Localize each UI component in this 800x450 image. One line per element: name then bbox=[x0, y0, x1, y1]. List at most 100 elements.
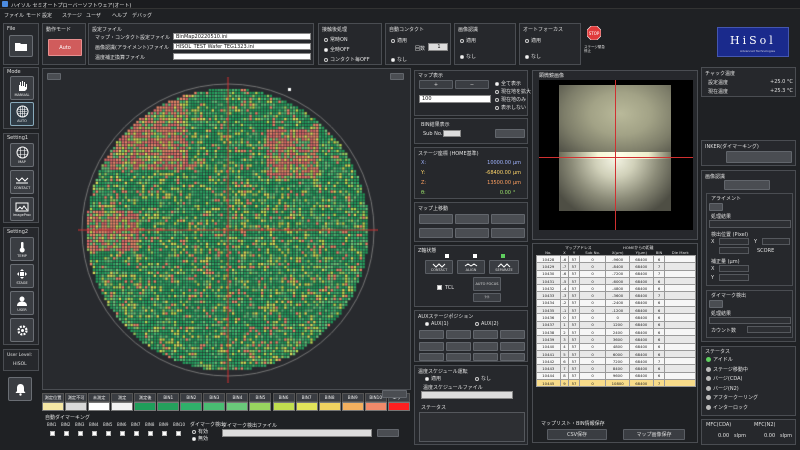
menu-mode[interactable]: モード bbox=[26, 12, 41, 19]
table-row[interactable]: 10445 9 57 0 10800 68400 7 bbox=[536, 379, 696, 388]
die-detect-run-button[interactable] bbox=[709, 300, 723, 308]
map-display-opt0[interactable]: 全て表示 bbox=[495, 80, 521, 87]
aux-btn-11[interactable] bbox=[473, 353, 498, 361]
map-setting-button[interactable]: MAP bbox=[10, 143, 34, 167]
die-detect-off[interactable]: 無効 bbox=[192, 435, 208, 442]
move-btn-1[interactable] bbox=[419, 214, 453, 224]
contact-setting-button[interactable]: CONTACT bbox=[10, 170, 34, 194]
menu-stage[interactable]: ステージ bbox=[62, 12, 82, 19]
table-row[interactable]: 10428 -6 57 0 -9600 68400 6 bbox=[536, 254, 696, 264]
legend-swatch[interactable] bbox=[318, 402, 341, 411]
temp-file-field[interactable] bbox=[173, 53, 311, 60]
auto-mode-button[interactable]: AUTO bbox=[10, 102, 34, 126]
image-align-file-field[interactable]: HISOL_TEST Wafer TEG1323.ini bbox=[173, 43, 311, 50]
system-setting-button[interactable] bbox=[10, 318, 34, 342]
table-row[interactable]: 10444 8 57 0 9600 68400 6 bbox=[536, 371, 696, 381]
map-image-save-button[interactable]: マップ画像保存 bbox=[623, 429, 685, 440]
aux-btn-10[interactable] bbox=[446, 353, 471, 361]
image-recog-run-button[interactable] bbox=[724, 180, 770, 190]
alarm-bell-button[interactable] bbox=[8, 377, 32, 401]
map-contact-file-field[interactable]: BinMap20220510.ini bbox=[173, 33, 311, 40]
aux-btn-5[interactable] bbox=[419, 342, 444, 351]
aux-btn-6[interactable] bbox=[446, 342, 471, 351]
aux-btn-8[interactable] bbox=[500, 342, 525, 351]
legend-swatch[interactable] bbox=[249, 402, 272, 411]
auto-focus-button[interactable]: AUTO FOCUS bbox=[473, 277, 501, 291]
temp-schedule-on[interactable]: 適用 bbox=[425, 375, 441, 382]
table-row[interactable]: 10429 -7 57 0 -8400 68400 7 bbox=[536, 262, 696, 271]
table-row[interactable]: 10434 -2 57 0 -2400 68400 6 bbox=[536, 298, 696, 308]
z-contact-button[interactable]: CONTACT bbox=[425, 260, 453, 274]
marking-bin-checkbox[interactable] bbox=[120, 431, 125, 436]
move-btn-4[interactable] bbox=[419, 228, 453, 238]
legend-settings-button[interactable] bbox=[382, 390, 407, 398]
move-btn-2[interactable] bbox=[455, 214, 489, 224]
aux-btn-1[interactable] bbox=[419, 330, 444, 339]
marking-bin-checkbox[interactable] bbox=[134, 431, 139, 436]
user-setting-button[interactable]: USER bbox=[10, 291, 34, 315]
aux-opt1[interactable]: AUX(1) bbox=[425, 321, 449, 327]
legend-swatch[interactable] bbox=[65, 402, 88, 411]
image-recog-on[interactable]: 適用 bbox=[460, 37, 476, 44]
map-display-opt3[interactable]: 表示しない bbox=[495, 104, 526, 111]
tcl-checkbox[interactable] bbox=[437, 285, 442, 290]
auto-contact-on[interactable]: 適用 bbox=[391, 37, 407, 44]
auto-run-button[interactable]: Auto bbox=[48, 39, 82, 56]
zoom-in-button[interactable]: + bbox=[419, 80, 453, 89]
menu-help[interactable]: ヘルプ bbox=[112, 12, 127, 19]
table-row[interactable]: 10442 6 57 0 7200 68400 7 bbox=[536, 357, 696, 366]
subno-field[interactable] bbox=[443, 130, 461, 137]
marking-bin-checkbox[interactable] bbox=[148, 431, 153, 436]
contact-after-opt1[interactable]: 全時OFF bbox=[324, 46, 350, 53]
aux-btn-4[interactable] bbox=[500, 330, 525, 339]
inker-button[interactable] bbox=[726, 151, 792, 163]
move-btn-3[interactable] bbox=[491, 214, 525, 224]
bin-display-button[interactable] bbox=[495, 129, 525, 138]
table-row[interactable]: 10432 -4 57 0 -4800 68400 6 bbox=[536, 284, 696, 293]
z-separate-button[interactable]: SEPARATE bbox=[489, 260, 519, 274]
aux-btn-7[interactable] bbox=[473, 342, 498, 351]
legend-swatch[interactable] bbox=[111, 402, 134, 411]
aux-btn-3[interactable] bbox=[473, 330, 498, 339]
temp-setting-button[interactable]: TEMP bbox=[10, 237, 34, 261]
legend-swatch[interactable] bbox=[387, 402, 410, 411]
autofocus-on[interactable]: 適用 bbox=[525, 37, 541, 44]
open-file-button[interactable] bbox=[9, 35, 33, 57]
die-detect-file-browse[interactable] bbox=[377, 429, 399, 437]
table-row[interactable]: 10433 -3 57 0 -3600 68400 7 bbox=[536, 291, 696, 300]
table-row[interactable]: 10435 -1 57 0 -1200 68400 6 bbox=[536, 306, 696, 315]
legend-swatch[interactable] bbox=[134, 402, 157, 411]
contact-after-opt0[interactable]: 常時ON bbox=[324, 36, 348, 43]
legend-swatch[interactable] bbox=[88, 402, 111, 411]
map-zoom-select[interactable]: 100 bbox=[419, 95, 491, 103]
legend-swatch[interactable] bbox=[341, 402, 364, 411]
legend-swatch[interactable] bbox=[226, 402, 249, 411]
alignment-run-button[interactable] bbox=[709, 203, 723, 211]
legend-swatch[interactable] bbox=[42, 402, 65, 411]
map-prev-button[interactable] bbox=[47, 73, 61, 80]
z-align-button[interactable]: ALIGN bbox=[457, 260, 485, 274]
temp-schedule-file-field[interactable] bbox=[421, 391, 513, 399]
table-row[interactable]: 10441 5 57 0 6000 68400 6 bbox=[536, 349, 696, 359]
table-row[interactable]: 10431 -5 57 0 -6000 68400 6 bbox=[536, 276, 696, 286]
autofocus-off[interactable]: なし bbox=[525, 53, 541, 60]
table-row[interactable]: 10438 2 57 0 2400 68400 6 bbox=[536, 327, 696, 337]
map-display-opt2[interactable]: 現在地のみ bbox=[495, 96, 526, 103]
zoom-out-button[interactable]: − bbox=[455, 80, 489, 89]
legend-swatch[interactable] bbox=[364, 402, 387, 411]
legend-swatch[interactable] bbox=[295, 402, 318, 411]
auto-contact-count[interactable]: 1 bbox=[428, 43, 448, 51]
marking-bin-checkbox[interactable] bbox=[162, 431, 167, 436]
lamp-button[interactable]: ﾗｲﾄ bbox=[473, 293, 501, 302]
die-detect-file-field[interactable] bbox=[222, 429, 372, 437]
menu-settings[interactable]: 設定 bbox=[42, 12, 52, 19]
die-detect-on[interactable]: 有効 bbox=[192, 428, 208, 435]
marking-bin-checkbox[interactable] bbox=[106, 431, 111, 436]
menu-user[interactable]: ユーザ bbox=[86, 12, 101, 19]
manual-mode-button[interactable]: MANUAL bbox=[10, 76, 34, 100]
map-display-opt1[interactable]: 現在地を拡大 bbox=[495, 88, 531, 95]
die-list-table[interactable]: No. X Y Sub No. X(μm) Y(μm) BIN Die Mark 10428-… bbox=[536, 250, 696, 388]
legend-swatch[interactable] bbox=[157, 402, 180, 411]
aux-btn-12[interactable] bbox=[500, 353, 525, 361]
marking-bin-checkbox[interactable] bbox=[78, 431, 83, 436]
